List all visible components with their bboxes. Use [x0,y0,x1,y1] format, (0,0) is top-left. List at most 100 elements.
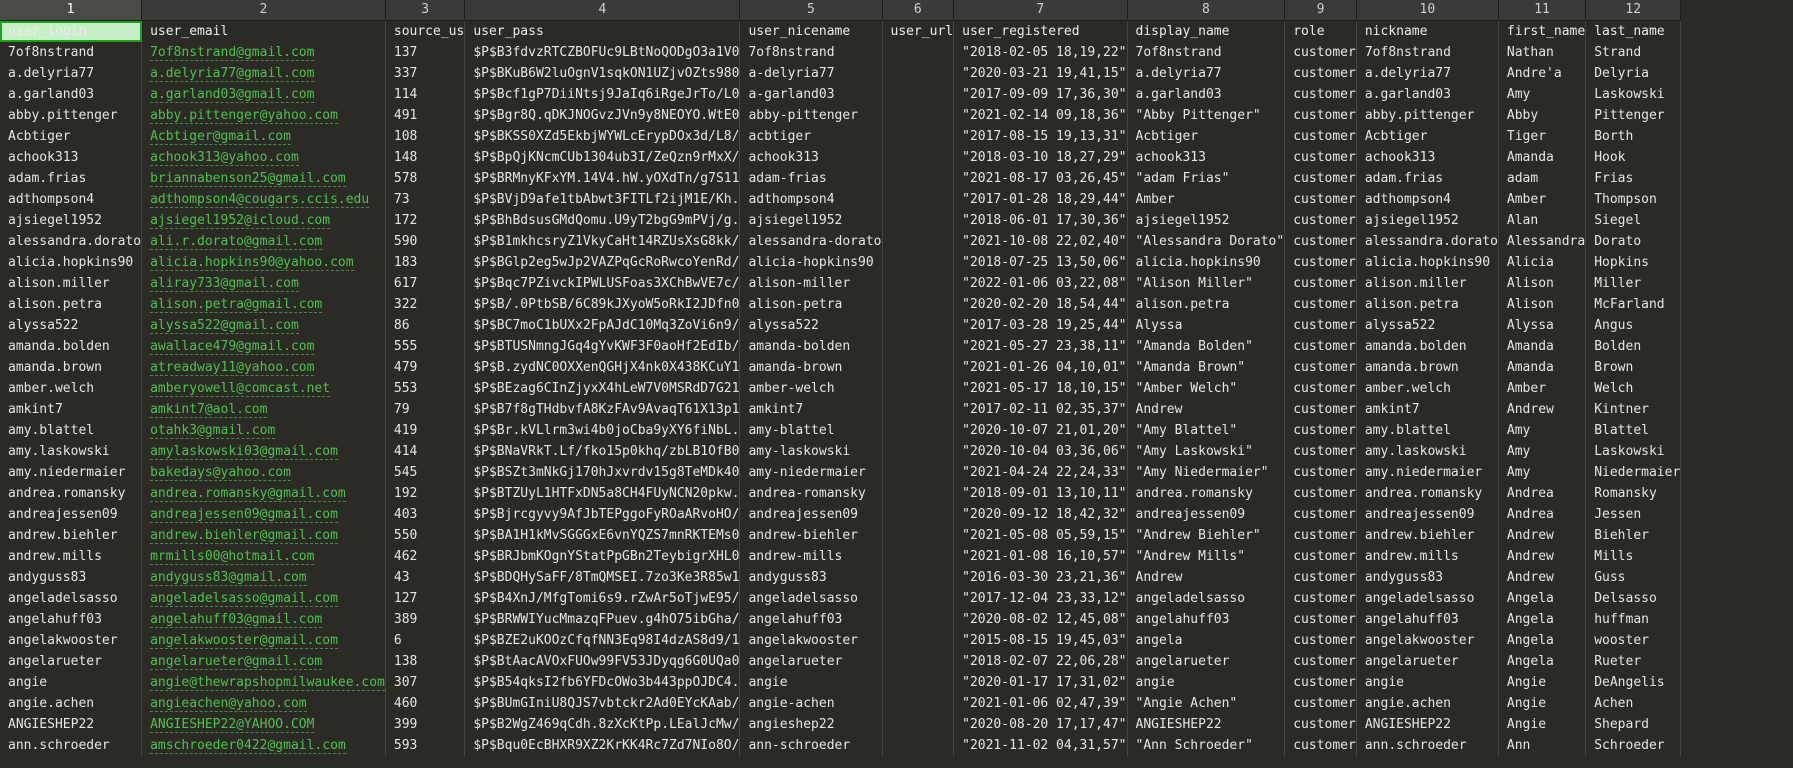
table-cell[interactable]: angelahuff03 [1356,609,1499,630]
table-cell[interactable]: amy.niedermaier [0,462,143,483]
email-link[interactable]: andrea.romansky@gmail.com [150,486,346,502]
table-cell[interactable]: Hopkins [1585,252,1682,273]
table-cell[interactable] [882,336,955,357]
table-cell[interactable]: ann.schroeder [0,735,143,756]
table-cell[interactable]: $P$B.zydNC0OXXenQGHjX4nk0X438KCuY1 [464,357,741,378]
table-cell[interactable]: alison.petra [1127,294,1286,315]
table-cell[interactable]: andrew.biehler [0,525,143,546]
table-cell[interactable]: amanda.brown [1356,357,1499,378]
table-cell[interactable]: "2017-08-15 19,13,31" [953,126,1128,147]
table-cell[interactable]: andrew.mills [0,546,143,567]
table-cell[interactable]: 593 [385,735,466,756]
table-cell[interactable]: customer [1284,357,1357,378]
table-cell[interactable]: $P$B7f8gTHdbvfA8KzFAv9AvaqT61X13p1 [464,399,741,420]
table-cell[interactable]: customer [1284,231,1357,252]
table-cell[interactable]: achook313 [1356,147,1499,168]
table-cell[interactable]: customer [1284,630,1357,651]
table-cell[interactable]: Delsasso [1585,588,1682,609]
table-cell[interactable]: amkint7@aol.com [141,399,386,420]
table-cell[interactable]: $P$BDQHySaFF/8TmQMSEI.7zo3Ke3R85w1 [464,567,741,588]
table-cell[interactable]: alicia.hopkins90 [0,252,143,273]
email-link[interactable]: alicia.hopkins90@yahoo.com [150,255,354,271]
email-link[interactable]: alison.petra@gmail.com [150,297,323,313]
field-header-cell[interactable]: display_name [1127,20,1286,42]
table-cell[interactable]: 555 [385,336,466,357]
table-cell[interactable]: Niedermaier [1585,462,1682,483]
table-cell[interactable]: Romansky [1585,483,1682,504]
table-cell[interactable]: ali.r.dorato@gmail.com [141,231,386,252]
table-cell[interactable]: Angela [1498,588,1587,609]
table-cell[interactable]: Hook [1585,147,1682,168]
table-cell[interactable]: Amy [1498,84,1587,105]
table-cell[interactable]: customer [1284,84,1357,105]
table-cell[interactable]: angie-achen [739,693,883,714]
table-cell[interactable]: 617 [385,273,466,294]
table-cell[interactable]: "Ann Schroeder" [1127,735,1286,756]
table-cell[interactable]: andrea-romansky [739,483,883,504]
table-cell[interactable]: "2021-01-06 02,47,39" [953,693,1128,714]
table-cell[interactable]: 79 [385,399,466,420]
table-cell[interactable]: customer [1284,378,1357,399]
table-cell[interactable]: "Angie Achen" [1127,693,1286,714]
table-cell[interactable]: abby.pittenger [0,105,143,126]
column-number-7[interactable]: 7 [953,0,1128,21]
table-cell[interactable]: Angie [1498,693,1587,714]
table-cell[interactable] [882,630,955,651]
table-cell[interactable]: Nathan [1498,42,1587,63]
table-cell[interactable]: Dorato [1585,231,1682,252]
table-cell[interactable]: Siegel [1585,210,1682,231]
table-cell[interactable]: angie.achen [0,693,143,714]
table-cell[interactable] [882,273,955,294]
table-cell[interactable]: customer [1284,483,1357,504]
table-cell[interactable]: Alison [1498,294,1587,315]
email-link[interactable]: bakedays@yahoo.com [150,465,291,481]
table-cell[interactable]: angie [1127,672,1286,693]
table-cell[interactable]: Pittenger [1585,105,1682,126]
table-cell[interactable]: Thompson [1585,189,1682,210]
table-cell[interactable]: "Amber Welch" [1127,378,1286,399]
table-cell[interactable]: andrea.romansky [0,483,143,504]
table-cell[interactable]: andyguss83@gmail.com [141,567,386,588]
table-cell[interactable]: "2021-10-08 22,02,40" [953,231,1128,252]
table-cell[interactable]: Jessen [1585,504,1682,525]
table-cell[interactable]: alison.miller [1356,273,1499,294]
table-cell[interactable]: customer [1284,588,1357,609]
table-cell[interactable]: ajsiegel1952 [0,210,143,231]
table-cell[interactable]: "2020-02-20 18,54,44" [953,294,1128,315]
email-link[interactable]: briannabenson25@gmail.com [150,171,346,187]
table-cell[interactable]: abby-pittenger [739,105,883,126]
table-cell[interactable]: "Amy Laskowski" [1127,441,1286,462]
table-cell[interactable]: "2017-12-04 23,33,12" [953,588,1128,609]
email-link[interactable]: achook313@yahoo.com [150,150,299,166]
table-cell[interactable]: $P$BKSS0XZd5EkbjWYWLcErypDOx3d/L8/ [464,126,741,147]
table-cell[interactable]: DeAngelis [1585,672,1682,693]
table-cell[interactable]: customer [1284,546,1357,567]
table-cell[interactable]: 73 [385,189,466,210]
field-header-cell[interactable]: user_pass [464,20,741,42]
table-cell[interactable]: "2018-07-25 13,50,06" [953,252,1128,273]
table-cell[interactable] [882,420,955,441]
table-cell[interactable]: a-garland03 [739,84,883,105]
column-number-8[interactable]: 8 [1127,0,1286,21]
table-cell[interactable]: Andrew [1127,567,1286,588]
table-cell[interactable]: customer [1284,210,1357,231]
table-cell[interactable]: $P$B2WgZ469qCdh.8zXcKtPp.LEalJcMw/ [464,714,741,735]
table-cell[interactable]: "adam Frias" [1127,168,1286,189]
table-cell[interactable] [882,483,955,504]
table-cell[interactable] [882,252,955,273]
table-cell[interactable]: Tiger [1498,126,1587,147]
table-cell[interactable]: customer [1284,567,1357,588]
table-cell[interactable]: Borth [1585,126,1682,147]
column-number-9[interactable]: 9 [1284,0,1357,21]
column-number-11[interactable]: 11 [1498,0,1587,21]
table-cell[interactable]: amy.laskowski [1356,441,1499,462]
table-cell[interactable]: Alan [1498,210,1587,231]
table-cell[interactable] [882,672,955,693]
field-header-cell[interactable]: user_url [882,20,955,42]
table-cell[interactable]: "2020-08-20 17,17,47" [953,714,1128,735]
table-cell[interactable]: customer [1284,294,1357,315]
table-cell[interactable]: andreajessen09@gmail.com [141,504,386,525]
table-cell[interactable]: Biehler [1585,525,1682,546]
table-cell[interactable]: customer [1284,315,1357,336]
email-link[interactable]: amberyowell@comcast.net [150,381,331,397]
